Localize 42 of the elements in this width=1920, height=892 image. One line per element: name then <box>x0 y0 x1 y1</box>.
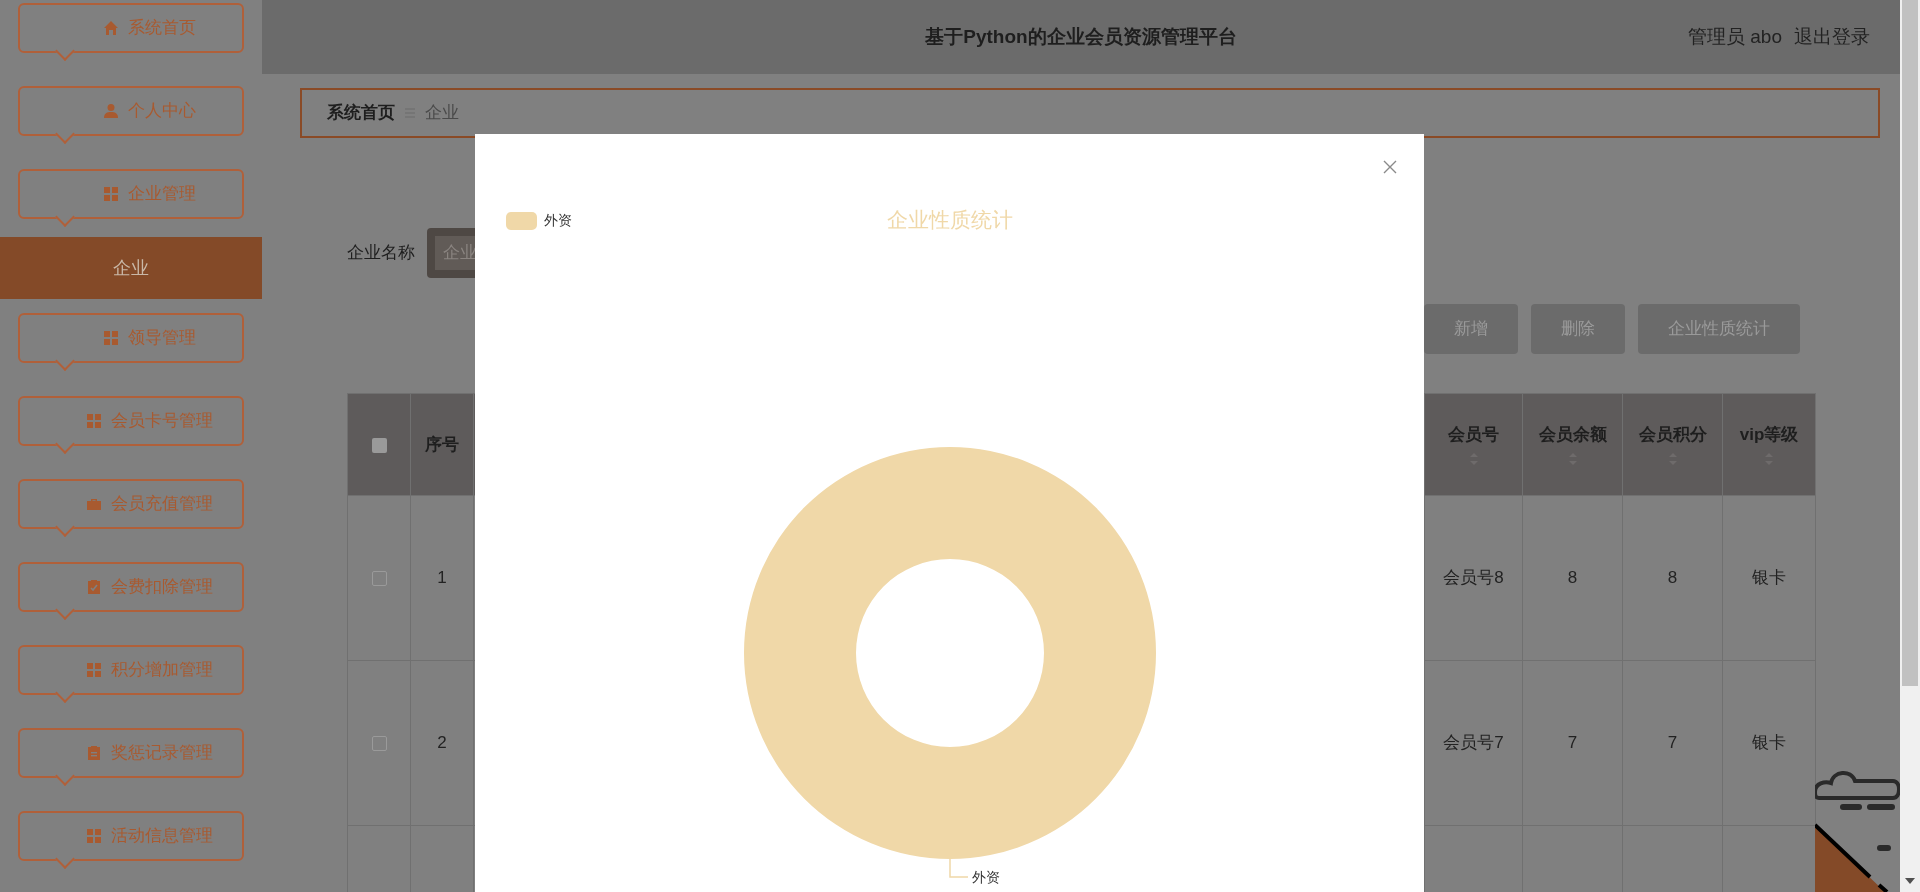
table-cell: 2 <box>437 733 447 753</box>
search-label: 企业名称 <box>347 242 415 265</box>
app-title: 基于Python的企业会员资源管理平台 <box>925 24 1237 49</box>
user-label: 管理员 abo <box>1688 24 1782 49</box>
table-cell: 8 <box>1567 568 1578 588</box>
grid-icon <box>102 186 119 202</box>
table-cell: 会员号7 <box>1443 733 1504 753</box>
grid-icon <box>85 828 102 844</box>
table-cell: 7 <box>1667 733 1678 753</box>
grid-icon <box>102 330 119 346</box>
slice-label: 外资 <box>972 869 1000 885</box>
table-cell: 1 <box>437 568 447 588</box>
table-cell: 会员号8 <box>1443 568 1504 588</box>
checkbox[interactable] <box>371 736 387 752</box>
clipboard-icon <box>85 745 102 761</box>
scrollbar[interactable] <box>1900 0 1920 892</box>
logout-link[interactable]: 退出登录 <box>1794 22 1870 52</box>
legend-label[interactable]: 外资 <box>544 210 572 231</box>
grid-icon <box>85 662 102 678</box>
sidebar-subitem[interactable]: 企业 <box>0 237 262 299</box>
user-icon <box>102 103 119 119</box>
column-header[interactable]: vip等级 <box>1722 393 1816 496</box>
chart-title: 企业性质统计 <box>886 207 1013 234</box>
briefcase-icon <box>85 496 102 512</box>
table-cell: 银卡 <box>1752 568 1786 588</box>
breadcrumb-link[interactable]: 系统首页 <box>327 100 395 126</box>
checkbox[interactable] <box>371 437 387 453</box>
column-header[interactable]: 序号 <box>410 393 474 496</box>
home-icon <box>102 20 119 36</box>
table-cell: 8 <box>1667 568 1678 588</box>
leader-line <box>949 858 969 878</box>
table-cell: 7 <box>1567 733 1578 753</box>
grid-icon <box>85 413 102 429</box>
scroll-down-icon[interactable] <box>1905 878 1915 884</box>
checkbox[interactable] <box>371 571 387 587</box>
close-icon[interactable] <box>1383 160 1397 174</box>
clipboard-check-icon <box>85 579 102 595</box>
table-cell: 银卡 <box>1752 733 1786 753</box>
legend-swatch[interactable] <box>506 211 537 230</box>
column-header[interactable]: 会员余额 <box>1522 393 1623 496</box>
donut-slice[interactable] <box>744 447 1156 859</box>
column-header[interactable]: 会员积分 <box>1622 393 1723 496</box>
